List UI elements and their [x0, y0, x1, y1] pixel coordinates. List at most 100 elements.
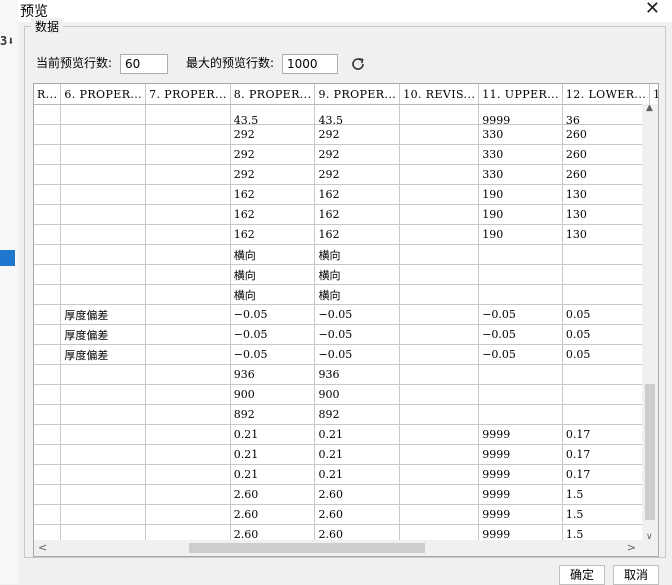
scroll-up-icon[interactable]: ▲: [646, 103, 653, 113]
column-header[interactable]: R...: [34, 84, 62, 105]
table-cell[interactable]: −0.05: [314, 304, 401, 325]
table-cell[interactable]: −0.05: [230, 344, 316, 365]
table-cell[interactable]: 260: [562, 164, 651, 185]
table-row[interactable]: 0.210.2199990.17Y: [34, 424, 658, 445]
table-cell[interactable]: [399, 464, 480, 485]
table-row[interactable]: 892892Y: [34, 404, 658, 425]
table-cell[interactable]: 0.05: [562, 304, 651, 325]
table-cell[interactable]: 横向: [230, 244, 316, 265]
table-cell[interactable]: 9999: [478, 464, 563, 485]
table-cell[interactable]: [34, 224, 62, 245]
table-cell[interactable]: [34, 324, 62, 345]
column-header[interactable]: 9. PROPER...: [314, 84, 401, 105]
refresh-icon[interactable]: [350, 56, 366, 72]
vertical-scroll-thumb[interactable]: [645, 384, 655, 520]
table-cell[interactable]: [145, 444, 231, 465]
table-row[interactable]: 2.602.6099991.5Y: [34, 484, 658, 505]
table-cell[interactable]: −0.05: [478, 304, 563, 325]
table-cell[interactable]: 2.60: [314, 484, 401, 505]
table-cell[interactable]: [562, 384, 651, 405]
table-cell[interactable]: −0.05: [478, 344, 563, 365]
table-cell[interactable]: 260: [562, 144, 651, 165]
table-cell[interactable]: [34, 484, 62, 505]
table-cell[interactable]: [478, 244, 563, 265]
table-cell[interactable]: [145, 104, 231, 125]
table-cell[interactable]: 1.5: [562, 504, 651, 525]
table-cell[interactable]: [399, 104, 480, 125]
table-cell[interactable]: −0.05: [230, 304, 316, 325]
table-cell[interactable]: 0.05: [562, 344, 651, 365]
table-cell[interactable]: [60, 284, 147, 305]
table-cell[interactable]: [60, 184, 147, 205]
column-header[interactable]: 11. UPPER...: [478, 84, 563, 105]
close-icon[interactable]: ✕: [645, 0, 660, 19]
scroll-right-icon[interactable]: >: [627, 541, 636, 554]
table-cell[interactable]: 936: [314, 364, 401, 385]
table-cell[interactable]: [145, 484, 231, 505]
cancel-button[interactable]: 取消: [613, 565, 659, 585]
table-cell[interactable]: [60, 404, 147, 425]
table-cell[interactable]: 330: [478, 144, 563, 165]
table-row[interactable]: 292292330260Y: [34, 144, 658, 165]
table-cell[interactable]: [60, 484, 147, 505]
table-cell[interactable]: [34, 244, 62, 265]
table-cell[interactable]: [34, 184, 62, 205]
table-cell[interactable]: 厚度偏差: [60, 324, 147, 345]
table-cell[interactable]: [145, 224, 231, 245]
table-cell[interactable]: 190: [478, 204, 563, 225]
table-row[interactable]: 2.602.6099991.5Y: [34, 504, 658, 525]
table-cell[interactable]: [60, 264, 147, 285]
table-row[interactable]: 横向横向Y: [34, 264, 658, 285]
table-row[interactable]: 厚度偏差−0.05−0.05−0.050.05Y: [34, 304, 658, 325]
table-cell[interactable]: 43.5: [314, 104, 401, 125]
table-cell[interactable]: −0.05: [230, 324, 316, 345]
table-cell[interactable]: 0.21: [314, 444, 401, 465]
table-cell[interactable]: [399, 164, 480, 185]
table-row[interactable]: 900900Y: [34, 384, 658, 405]
table-cell[interactable]: 130: [562, 204, 651, 225]
table-cell[interactable]: [145, 204, 231, 225]
table-cell[interactable]: 892: [230, 404, 316, 425]
table-cell[interactable]: [34, 124, 62, 145]
table-cell[interactable]: [562, 244, 651, 265]
table-cell[interactable]: 2.60: [314, 504, 401, 525]
table-cell[interactable]: [34, 384, 62, 405]
table-row[interactable]: 936936Y: [34, 364, 658, 385]
table-cell[interactable]: [399, 484, 480, 505]
max-rows-input[interactable]: 1000: [282, 54, 338, 74]
table-cell[interactable]: 43.5: [230, 104, 316, 125]
column-header[interactable]: 13. IS_PR...: [649, 84, 658, 105]
table-cell[interactable]: [34, 504, 62, 525]
table-cell[interactable]: 9999: [478, 424, 563, 445]
column-header[interactable]: 6. PROPER...: [60, 84, 147, 105]
table-cell[interactable]: [478, 264, 563, 285]
current-rows-input[interactable]: 60: [120, 54, 168, 74]
table-cell[interactable]: [399, 344, 480, 365]
table-cell[interactable]: [60, 384, 147, 405]
table-cell[interactable]: [399, 204, 480, 225]
table-cell[interactable]: 1.5: [562, 484, 651, 505]
table-cell[interactable]: [145, 504, 231, 525]
table-cell[interactable]: 横向: [314, 264, 401, 285]
table-cell[interactable]: 292: [314, 124, 401, 145]
table-row[interactable]: 292292330260Y: [34, 164, 658, 185]
table-cell[interactable]: [60, 124, 147, 145]
table-cell[interactable]: 0.05: [562, 324, 651, 345]
table-cell[interactable]: 900: [230, 384, 316, 405]
table-cell[interactable]: 190: [478, 184, 563, 205]
table-cell[interactable]: 162: [314, 184, 401, 205]
table-cell[interactable]: [34, 104, 62, 125]
table-cell[interactable]: 2.60: [230, 504, 316, 525]
table-cell[interactable]: [34, 204, 62, 225]
table-cell[interactable]: 9999: [478, 484, 563, 505]
table-row[interactable]: 0.210.2199990.17Y: [34, 444, 658, 465]
table-row[interactable]: 横向横向Y: [34, 244, 658, 265]
table-cell[interactable]: [562, 264, 651, 285]
table-cell[interactable]: [399, 384, 480, 405]
table-cell[interactable]: 厚度偏差: [60, 304, 147, 325]
table-cell[interactable]: 厚度偏差: [60, 344, 147, 365]
table-cell[interactable]: [145, 404, 231, 425]
table-cell[interactable]: [399, 144, 480, 165]
table-cell[interactable]: [60, 504, 147, 525]
table-cell[interactable]: 162: [230, 204, 316, 225]
